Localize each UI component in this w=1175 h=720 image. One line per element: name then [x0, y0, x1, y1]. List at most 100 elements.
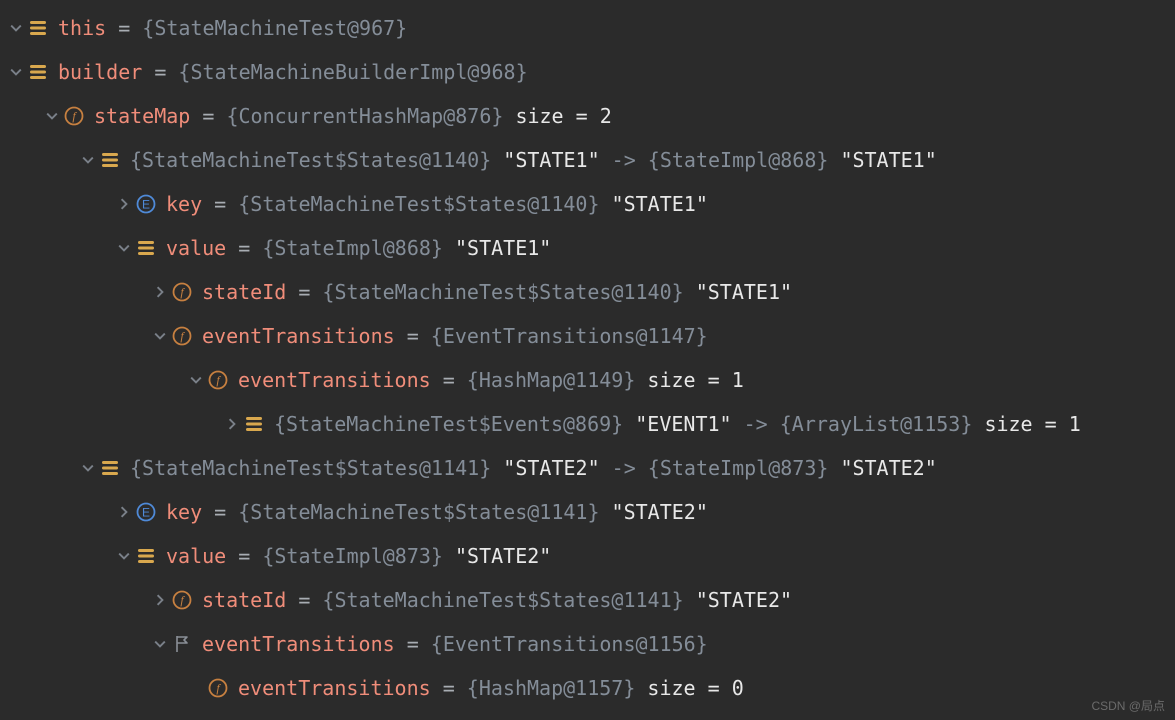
- row-text: eventTransitions = {HashMap@1157} size =…: [238, 672, 744, 704]
- chevron-down-icon[interactable]: [6, 22, 26, 34]
- enum-icon: E: [134, 502, 158, 522]
- tree-row[interactable]: builder = {StateMachineBuilderImpl@968}: [0, 50, 1175, 94]
- type-ref-2: {StateImpl@873}: [648, 456, 841, 480]
- type-ref: {HashMap@1149}: [467, 368, 648, 392]
- row-text: value = {StateImpl@868} "STATE1": [166, 232, 551, 264]
- type-ref: {StateMachineTest$States@1140}: [322, 280, 695, 304]
- type-ref: {StateMachineTest$Events@869}: [274, 412, 635, 436]
- tree-row[interactable]: feventTransitions = {EventTransitions@11…: [0, 314, 1175, 358]
- chevron-down-icon[interactable]: [114, 550, 134, 562]
- value-literal: "STATE2": [503, 456, 599, 480]
- type-ref: {StateImpl@873}: [262, 544, 455, 568]
- value-literal: "STATE2": [612, 500, 708, 524]
- tree-row[interactable]: eventTransitions = {EventTransitions@115…: [0, 622, 1175, 666]
- tree-row[interactable]: value = {StateImpl@873} "STATE2": [0, 534, 1175, 578]
- var-name: stateId: [202, 280, 286, 304]
- var-name: stateMap: [94, 104, 190, 128]
- chevron-right-icon[interactable]: [150, 594, 170, 606]
- row-text: {StateMachineTest$States@1141} "STATE2" …: [130, 452, 937, 484]
- svg-text:f: f: [72, 109, 77, 123]
- field-icon: f: [170, 282, 194, 302]
- tree-row[interactable]: f stateId = {StateMachineTest$States@1141…: [0, 578, 1175, 622]
- type-ref-2: {StateImpl@868}: [648, 148, 841, 172]
- extra-info: size = 1: [647, 368, 743, 392]
- tree-row[interactable]: fstateMachine = {StateMachineImpl@1129}: [0, 710, 1175, 720]
- field-icon: f: [170, 590, 194, 610]
- chevron-right-icon[interactable]: [114, 506, 134, 518]
- extra-info: size = 2: [515, 104, 611, 128]
- arrow: ->: [732, 412, 780, 436]
- tree-row[interactable]: feventTransitions = {HashMap@1149} size …: [0, 358, 1175, 402]
- row-text: eventTransitions = {HashMap@1149} size =…: [238, 364, 744, 396]
- row-text: {StateMachineTest$Events@869} "EVENT1" -…: [274, 408, 1081, 440]
- watermark: CSDN @局点: [1091, 697, 1165, 716]
- tree-row[interactable]: value = {StateImpl@868} "STATE1": [0, 226, 1175, 270]
- extra-info: size = 0: [647, 676, 743, 700]
- row-text: builder = {StateMachineBuilderImpl@968}: [58, 56, 528, 88]
- tree-row[interactable]: {StateMachineTest$States@1140} "STATE1" …: [0, 138, 1175, 182]
- svg-text:f: f: [180, 285, 185, 299]
- svg-text:E: E: [142, 506, 150, 520]
- svg-text:f: f: [180, 329, 185, 343]
- tree-row[interactable]: f stateMap = {ConcurrentHashMap@876} size…: [0, 94, 1175, 138]
- var-name: value: [166, 236, 226, 260]
- var-name: value: [166, 544, 226, 568]
- tree-row[interactable]: Ekey = {StateMachineTest$States@1140} "S…: [0, 182, 1175, 226]
- equals: =: [106, 16, 142, 40]
- row-text: {StateMachineTest$States@1140} "STATE1" …: [130, 144, 937, 176]
- row-text: stateId = {StateMachineTest$States@1140}…: [202, 276, 792, 308]
- value-literal: "STATE2": [696, 588, 792, 612]
- type-ref: {StateMachineTest@967}: [142, 16, 407, 40]
- var-name: eventTransitions: [202, 632, 395, 656]
- field-icon: f: [206, 678, 230, 698]
- extra-info: size = 1: [984, 412, 1080, 436]
- object-icon: [26, 62, 50, 82]
- tree-row[interactable]: f stateId = {StateMachineTest$States@1140…: [0, 270, 1175, 314]
- value-literal: "STATE1": [696, 280, 792, 304]
- chevron-down-icon[interactable]: [114, 242, 134, 254]
- chevron-down-icon[interactable]: [42, 110, 62, 122]
- row-text: stateId = {StateMachineTest$States@1141}…: [202, 584, 792, 616]
- chevron-down-icon[interactable]: [6, 66, 26, 78]
- equals: =: [286, 280, 322, 304]
- equals: =: [431, 676, 467, 700]
- tree-row[interactable]: {StateMachineTest$Events@869} "EVENT1" -…: [0, 402, 1175, 446]
- var-name: this: [58, 16, 106, 40]
- chevron-down-icon[interactable]: [78, 154, 98, 166]
- row-text: eventTransitions = {EventTransitions@115…: [202, 628, 708, 660]
- chevron-right-icon[interactable]: [222, 418, 242, 430]
- chevron-down-icon[interactable]: [186, 374, 206, 386]
- tree-row[interactable]: Ekey = {StateMachineTest$States@1141} "S…: [0, 490, 1175, 534]
- field-icon: f: [170, 326, 194, 346]
- type-ref: {ConcurrentHashMap@876}: [226, 104, 515, 128]
- arrow: ->: [600, 148, 648, 172]
- type-ref: {StateMachineTest$States@1141}: [238, 500, 611, 524]
- type-ref: {StateMachineBuilderImpl@968}: [178, 60, 527, 84]
- value-literal-2: "STATE1": [840, 148, 936, 172]
- chevron-down-icon[interactable]: [150, 330, 170, 342]
- row-text: this = {StateMachineTest@967}: [58, 12, 407, 44]
- chevron-right-icon[interactable]: [114, 198, 134, 210]
- type-ref: {HashMap@1157}: [467, 676, 648, 700]
- value-literal: "STATE2": [455, 544, 551, 568]
- type-ref: {EventTransitions@1147}: [431, 324, 708, 348]
- equals: =: [202, 192, 238, 216]
- row-text: value = {StateImpl@873} "STATE2": [166, 540, 551, 572]
- equals: =: [431, 368, 467, 392]
- chevron-down-icon[interactable]: [78, 462, 98, 474]
- chevron-right-icon[interactable]: [150, 286, 170, 298]
- chevron-down-icon[interactable]: [150, 638, 170, 650]
- var-name: eventTransitions: [238, 676, 431, 700]
- equals: =: [190, 104, 226, 128]
- tree-row[interactable]: this = {StateMachineTest@967}: [0, 6, 1175, 50]
- value-literal: "STATE1": [612, 192, 708, 216]
- var-name: key: [166, 500, 202, 524]
- tree-row[interactable]: {StateMachineTest$States@1141} "STATE2" …: [0, 446, 1175, 490]
- row-text: stateMap = {ConcurrentHashMap@876} size …: [94, 100, 612, 132]
- tree-row[interactable]: f eventTransitions = {HashMap@1157} size …: [0, 666, 1175, 710]
- arrow: ->: [600, 456, 648, 480]
- enum-icon: E: [134, 194, 158, 214]
- type-ref: {EventTransitions@1156}: [431, 632, 708, 656]
- var-name: stateId: [202, 588, 286, 612]
- object-icon: [98, 150, 122, 170]
